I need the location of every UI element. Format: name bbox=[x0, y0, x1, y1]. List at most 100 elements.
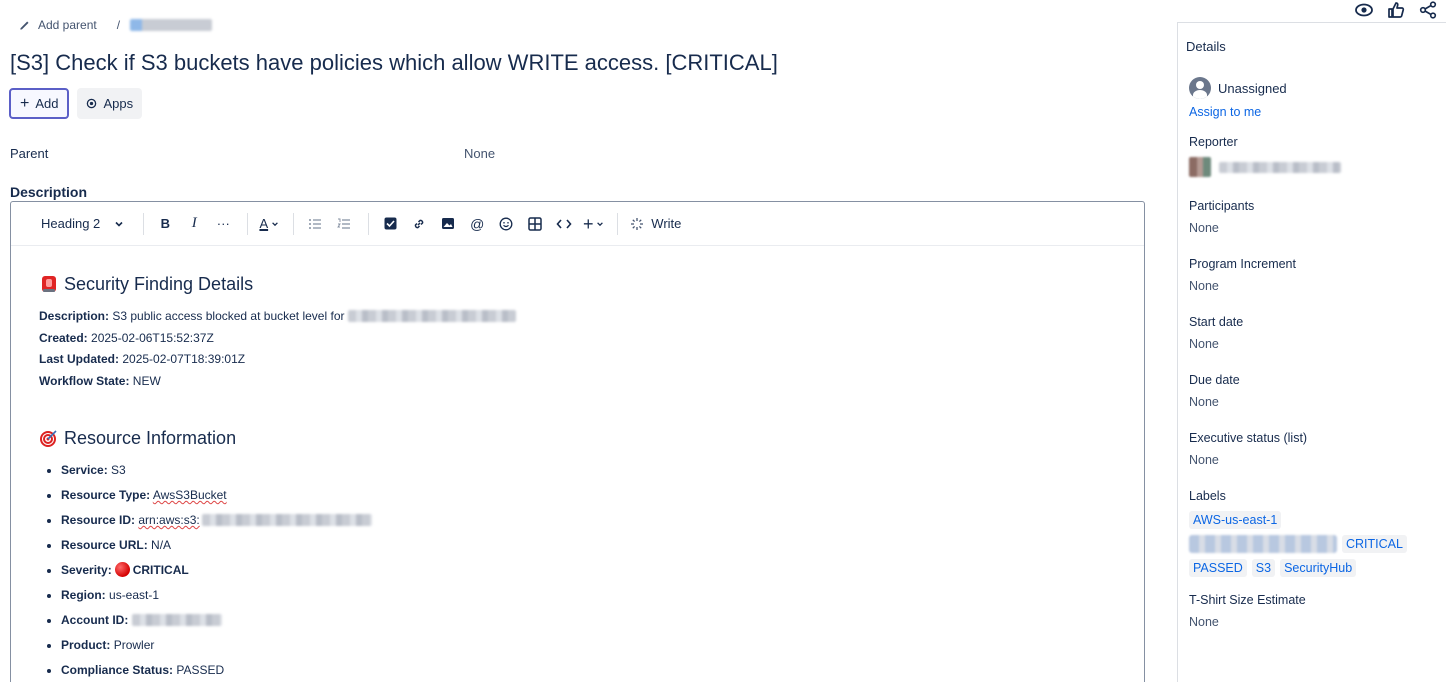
link-icon[interactable] bbox=[406, 211, 432, 237]
numbered-list-icon[interactable] bbox=[331, 211, 357, 237]
emoji-icon[interactable] bbox=[493, 211, 519, 237]
parent-value[interactable]: None bbox=[464, 146, 495, 161]
watch-eye-icon[interactable] bbox=[1354, 0, 1374, 20]
label-tag[interactable]: AWS-us-east-1 bbox=[1189, 511, 1282, 529]
add-button[interactable]: + Add bbox=[9, 88, 70, 119]
image-icon[interactable] bbox=[435, 211, 461, 237]
updated-value: 2025-02-07T18:39:01Z bbox=[122, 352, 246, 366]
assignee-value: Unassigned bbox=[1218, 80, 1287, 96]
item-value: Prowler bbox=[113, 638, 155, 652]
target-icon bbox=[40, 430, 57, 447]
user-avatar-icon bbox=[1189, 77, 1211, 99]
issue-actions bbox=[1354, 0, 1438, 20]
item-label: Region: bbox=[61, 588, 106, 602]
apps-icon bbox=[87, 98, 97, 109]
table-icon[interactable] bbox=[522, 211, 548, 237]
item-value: arn:aws:s3: bbox=[138, 513, 200, 527]
description-label: Description bbox=[10, 184, 88, 200]
bullet-list-icon[interactable] bbox=[302, 211, 328, 237]
add-parent-link[interactable]: Add parent bbox=[38, 18, 97, 32]
add-button-label: Add bbox=[35, 96, 59, 111]
item-label: Resource Type: bbox=[61, 488, 151, 502]
plus-icon: + bbox=[20, 94, 30, 112]
red-circle-icon bbox=[114, 562, 130, 577]
avatar bbox=[1189, 157, 1211, 177]
list-item: Resource ID: arn:aws:s3: bbox=[39, 508, 1119, 533]
assign-to-me-link[interactable]: Assign to me bbox=[1189, 105, 1439, 119]
finding-details-heading-text: Security Finding Details bbox=[64, 273, 254, 294]
due-date-label: Due date bbox=[1189, 373, 1240, 387]
ai-write-button[interactable]: Write bbox=[626, 211, 685, 237]
label-tag[interactable]: PASSED bbox=[1189, 559, 1247, 577]
list-item: Region: us-east-1 bbox=[39, 583, 1119, 608]
item-value: N/A bbox=[151, 538, 172, 552]
breadcrumb-separator: / bbox=[116, 18, 121, 32]
page-title[interactable]: [S3] Check if S3 buckets have policies w… bbox=[10, 50, 778, 76]
text-style-dropdown[interactable]: Heading 2 bbox=[41, 211, 132, 237]
bold-icon[interactable]: B bbox=[152, 211, 178, 237]
program-increment-value[interactable]: None bbox=[1189, 279, 1439, 293]
label-tag[interactable]: SecurityHub bbox=[1280, 559, 1357, 577]
details-fields: Unassigned Assign to me Reporter Partici… bbox=[1189, 77, 1439, 629]
assignee-field[interactable]: Unassigned bbox=[1189, 77, 1439, 99]
created-value: 2025-02-06T15:52:37Z bbox=[91, 330, 214, 345]
reporter-field[interactable] bbox=[1189, 157, 1439, 177]
description-editor[interactable]: Heading 2 B I ··· A @ + Write Security F… bbox=[10, 201, 1145, 682]
description-line-label: Description: bbox=[39, 309, 110, 323]
code-icon[interactable] bbox=[551, 211, 577, 237]
list-item: Resource URL: N/A bbox=[39, 533, 1119, 558]
created-line: Created: 2025-02-06T15:52:37Z bbox=[39, 328, 1119, 350]
insert-plus-icon[interactable]: + bbox=[580, 211, 606, 237]
redacted-bucket-name bbox=[347, 310, 516, 322]
executive-status-value[interactable]: None bbox=[1189, 453, 1439, 467]
redacted-account-id bbox=[131, 614, 222, 626]
item-value: us-east-1 bbox=[109, 588, 160, 602]
tshirt-size-value[interactable]: None bbox=[1189, 615, 1439, 629]
share-icon[interactable] bbox=[1418, 0, 1438, 20]
item-label: Product: bbox=[61, 638, 111, 652]
thumbs-up-icon[interactable] bbox=[1386, 0, 1406, 20]
issue-key-redacted[interactable] bbox=[130, 19, 213, 31]
action-bar: + Add Apps bbox=[9, 88, 143, 119]
chevron-down-icon bbox=[115, 221, 123, 227]
resource-info-heading-text: Resource Information bbox=[64, 427, 237, 448]
tshirt-size-label: T-Shirt Size Estimate bbox=[1189, 593, 1306, 607]
workflow-value: NEW bbox=[132, 373, 161, 388]
description-line-value: S3 public access blocked at bucket level… bbox=[112, 309, 345, 323]
checkbox-icon[interactable] bbox=[377, 211, 403, 237]
participants-value[interactable]: None bbox=[1189, 221, 1439, 235]
item-label: Compliance Status: bbox=[61, 663, 174, 677]
mention-icon[interactable]: @ bbox=[464, 211, 490, 237]
start-date-value[interactable]: None bbox=[1189, 337, 1439, 351]
updated-line: Last Updated: 2025-02-07T18:39:01Z bbox=[39, 349, 1119, 371]
label-tag-redacted[interactable]: x bbox=[1189, 535, 1337, 553]
updated-label: Last Updated: bbox=[39, 352, 120, 366]
siren-icon bbox=[42, 276, 56, 292]
item-value: AwsS3Bucket bbox=[152, 488, 227, 502]
more-formatting-icon[interactable]: ··· bbox=[210, 211, 236, 237]
item-value: S3 bbox=[111, 463, 126, 477]
labels-list: AWS-us-east-1 x CRITICAL PASSED S3 Secur… bbox=[1189, 511, 1419, 577]
reporter-label: Reporter bbox=[1189, 135, 1238, 149]
item-value: PASSED bbox=[176, 663, 225, 677]
item-label: Severity: bbox=[61, 563, 112, 577]
item-label: Resource URL: bbox=[61, 538, 148, 552]
text-style-label: Heading 2 bbox=[41, 216, 101, 231]
list-item: Severity: CRITICAL bbox=[39, 558, 1119, 583]
text-color-icon[interactable]: A bbox=[256, 211, 282, 237]
apps-button[interactable]: Apps bbox=[77, 88, 143, 119]
participants-label: Participants bbox=[1189, 199, 1255, 213]
sparkle-icon bbox=[631, 217, 644, 230]
italic-icon[interactable]: I bbox=[181, 211, 207, 237]
parent-label: Parent bbox=[10, 146, 49, 161]
start-date-label: Start date bbox=[1189, 315, 1244, 329]
label-tag[interactable]: CRITICAL bbox=[1342, 535, 1407, 553]
write-label: Write bbox=[651, 216, 682, 231]
resource-list: Service: S3 Resource Type: AwsS3Bucket R… bbox=[39, 458, 1119, 682]
list-item: Compliance Status: PASSED bbox=[39, 658, 1119, 682]
description-content: Security Finding Details Description: S3… bbox=[39, 272, 1119, 682]
label-tag[interactable]: S3 bbox=[1251, 559, 1276, 577]
due-date-value[interactable]: None bbox=[1189, 395, 1439, 409]
breadcrumb: Add parent / bbox=[18, 18, 213, 32]
workflow-label: Workflow State: bbox=[39, 373, 130, 388]
